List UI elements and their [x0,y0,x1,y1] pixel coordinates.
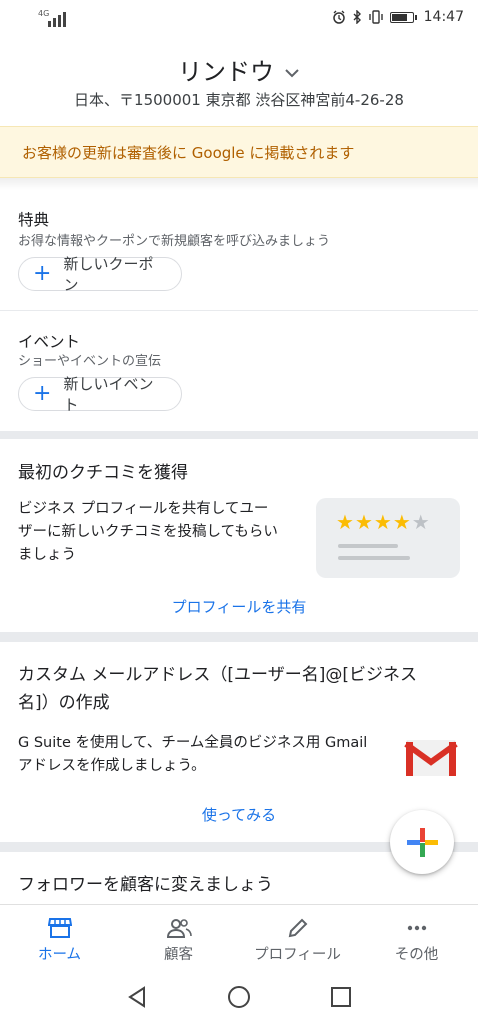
store-icon [47,918,72,938]
nav-more[interactable]: その他 [357,905,476,971]
status-icons: 14:47 [332,9,464,25]
recents-icon[interactable] [330,986,352,1008]
alarm-icon [332,10,345,24]
nav-profile-label: プロフィール [254,947,341,963]
review-card-body-line: ビジネス プロフィールを共有してユー [18,501,269,517]
divider-shadow [0,178,478,190]
email-card-body-line: アドレスを作成しましょう。 [18,758,206,774]
share-profile-link[interactable]: プロフィールを共有 [0,596,478,617]
battery-icon [389,11,417,23]
plus-icon: + [33,261,52,286]
email-card-body-line: G Suite を使用して、チーム全員のビジネス用 Gmail [18,735,368,751]
bottom-navigation: ホーム 顧客 プロフィール その他 [0,904,478,971]
placeholder-line [338,556,410,560]
people-icon [166,919,192,938]
business-name: リンドウ [178,58,274,86]
events-title: イベント [18,333,81,351]
plus-icon: + [33,381,52,406]
star-filled-icon: ★ [373,510,393,534]
notice-text: お客様の更新は審査後に Google に掲載されます [22,144,355,162]
create-post-button[interactable] [390,810,454,874]
star-filled-icon: ★ [336,510,355,534]
nav-profile[interactable]: プロフィール [238,905,357,971]
signal-icon [48,12,66,27]
new-event-label: 新しいイベント [63,375,154,414]
home-icon[interactable] [227,985,251,1009]
offers-subtitle: お得な情報やクーポンで新規顧客を呼び込みましょう [18,234,331,249]
nav-customers-label: 顧客 [164,947,193,963]
system-navigation [0,970,478,1024]
offers-title: 特典 [18,211,50,229]
review-card-body: ビジネス プロフィールを共有してユー ザーに新しいクチコミを投稿してもらい まし… [18,498,308,567]
star-rating: ★★★★★ [336,510,431,534]
section-divider [0,310,478,311]
business-name-selector[interactable]: リンドウ [0,52,478,87]
review-card-body-line: ましょう [18,547,76,563]
new-coupon-label: 新しいクーポン [63,255,154,294]
email-card-title: カスタム メールアドレス（[ユーザー名]@[ビジネス 名]）の作成 [18,661,458,717]
more-icon [407,925,426,931]
review-card-title: 最初のクチコミを獲得 [18,463,188,483]
gmail-icon [404,740,458,776]
events-subtitle: ショーやイベントの宣伝 [18,354,162,369]
nav-customers[interactable]: 顧客 [119,905,238,971]
chevron-down-icon [285,69,299,78]
review-card-body-line: ザーに新しいクチコミを投稿してもらい [18,524,278,540]
nav-home[interactable]: ホーム [0,905,119,971]
followers-card-title: フォロワーを顧客に変えましょう [18,875,273,895]
card-separator [0,632,478,642]
status-bar: 4G 14:47 [0,0,478,36]
star-filled-icon: ★ [354,510,374,534]
email-card-title-line: カスタム メールアドレス（[ユーザー名]@[ビジネス [18,665,417,685]
business-address: 日本、〒1500001 東京都 渋谷区神宮前4-26-28 [74,91,404,109]
back-icon[interactable] [126,986,148,1008]
star-filled-icon: ★ [392,510,412,534]
email-card-body: G Suite を使用して、チーム全員のビジネス用 Gmail アドレスを作成し… [18,732,398,778]
plus-icon [407,828,438,857]
star-empty-icon: ★ [411,510,431,534]
new-coupon-button[interactable]: + 新しいクーポン [18,255,182,294]
email-card-title-line: 名]）の作成 [18,693,110,713]
status-time: 14:47 [423,9,464,25]
nav-home-label: ホーム [37,947,82,963]
review-illustration: ★★★★★ [316,498,460,578]
card-separator [0,431,478,439]
placeholder-line [338,544,398,548]
vibrate-icon [368,10,383,24]
pencil-icon [288,918,307,938]
new-event-button[interactable]: + 新しいイベント [18,375,182,414]
bluetooth-icon [353,10,361,24]
nav-more-label: その他 [394,947,439,963]
review-notice-banner: お客様の更新は審査後に Google に掲載されます [0,126,478,178]
